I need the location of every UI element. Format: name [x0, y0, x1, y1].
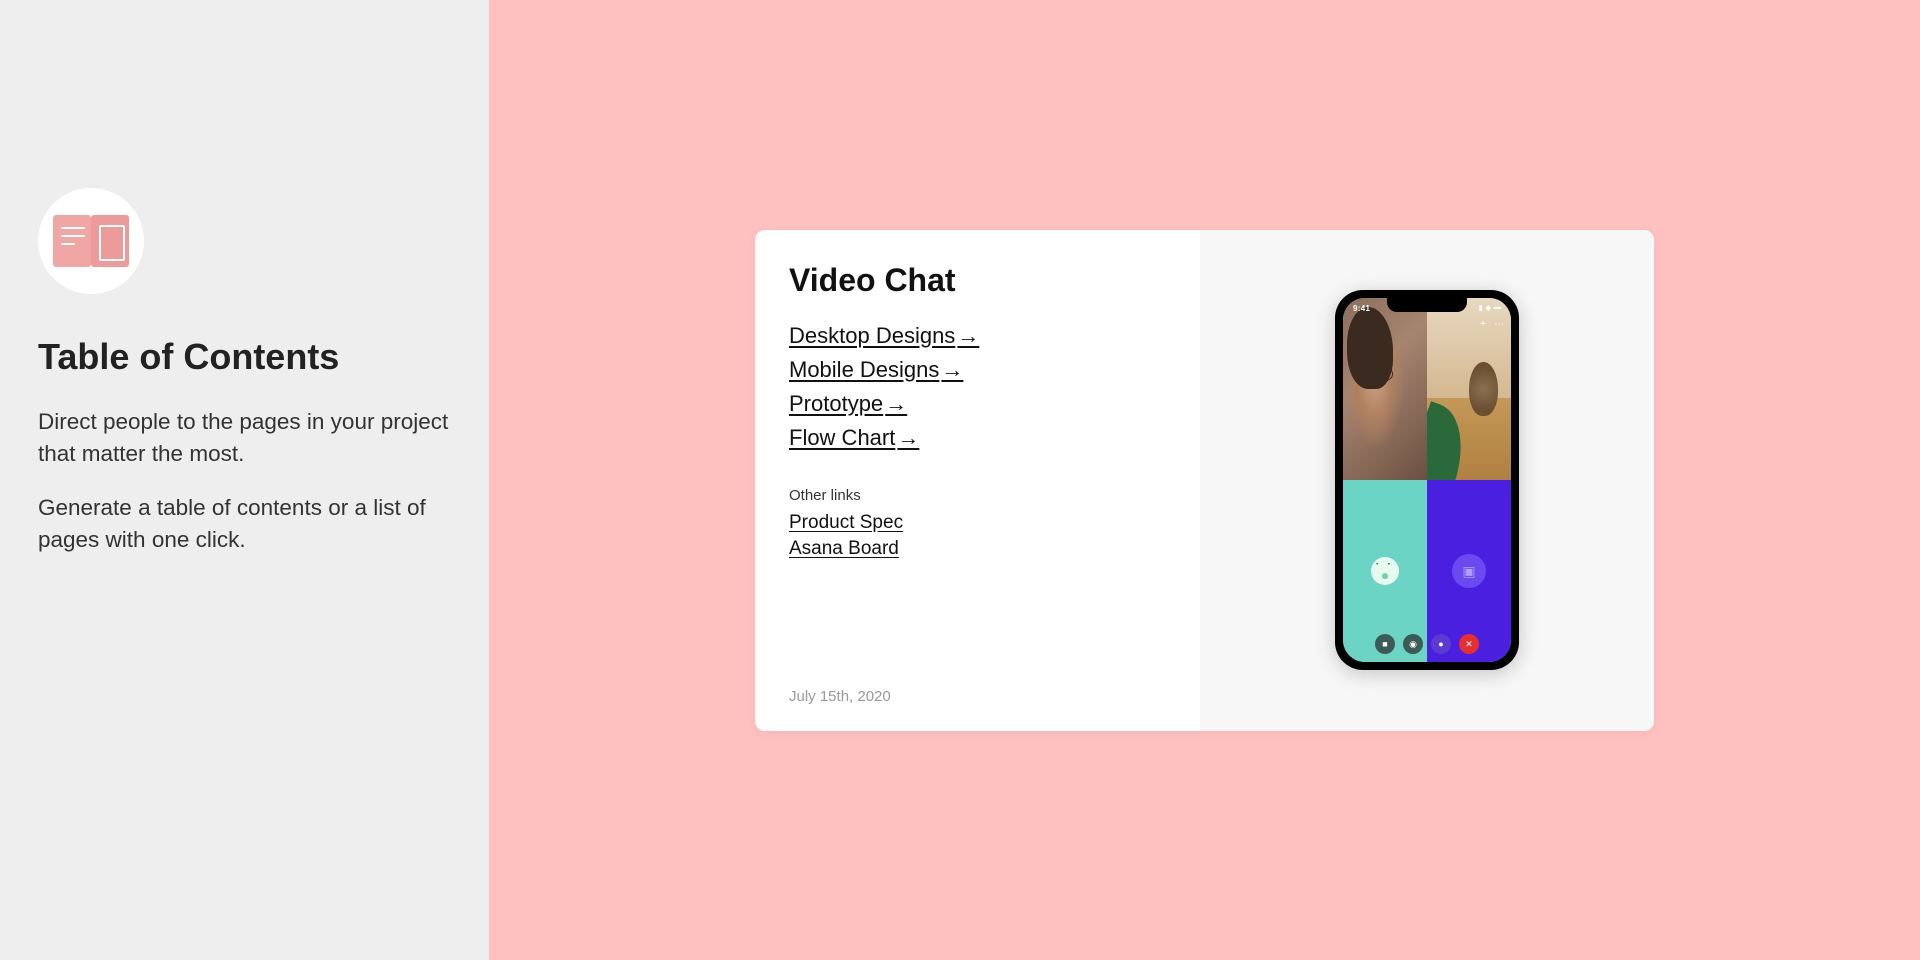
- arrow-icon: →: [885, 391, 907, 416]
- phone-mockup: 9:41 ▮ ◆ ▬ + ⋯: [1335, 290, 1519, 670]
- card-date: July 15th, 2020: [789, 688, 891, 705]
- left-desc-2: Generate a table of contents or a list o…: [38, 492, 451, 556]
- book-right-page: [91, 215, 129, 267]
- card-title: Video Chat: [789, 262, 1166, 299]
- link-label: Prototype: [789, 391, 883, 416]
- link-flow-chart[interactable]: Flow Chart→: [789, 425, 919, 451]
- call-controls: ■ ◉ ● ✕: [1343, 634, 1511, 654]
- book-icon: [53, 215, 129, 267]
- toc-icon-wrap: [38, 188, 144, 294]
- signal-icon: ▮: [1479, 304, 1483, 312]
- video-toggle-button[interactable]: ■: [1375, 634, 1395, 654]
- card-content: Video Chat Desktop Designs→ Mobile Desig…: [755, 230, 1200, 731]
- phone-notch: [1387, 298, 1467, 312]
- right-panel: Video Chat Desktop Designs→ Mobile Desig…: [489, 0, 1920, 960]
- link-product-spec[interactable]: Product Spec: [789, 512, 903, 534]
- preview-card: Video Chat Desktop Designs→ Mobile Desig…: [755, 230, 1654, 731]
- link-label: Mobile Designs: [789, 357, 939, 382]
- end-call-button[interactable]: ✕: [1459, 634, 1479, 654]
- link-prototype[interactable]: Prototype→: [789, 391, 907, 417]
- more-icon[interactable]: ⋯: [1493, 318, 1505, 330]
- arrow-icon: →: [941, 357, 963, 382]
- arrow-icon: →: [897, 425, 919, 450]
- arrow-icon: →: [957, 323, 979, 348]
- link-desktop-designs[interactable]: Desktop Designs→: [789, 323, 979, 349]
- card-preview-area: 9:41 ▮ ◆ ▬ + ⋯: [1200, 230, 1654, 731]
- plant-leaf: [1427, 401, 1479, 480]
- mic-button[interactable]: ●: [1431, 634, 1451, 654]
- left-title: Table of Contents: [38, 336, 451, 378]
- left-desc-1: Direct people to the pages in your proje…: [38, 406, 451, 470]
- video-tile-1: [1343, 298, 1427, 480]
- camera-avatar-icon: ▣: [1452, 554, 1486, 588]
- link-label: Desktop Designs: [789, 323, 955, 348]
- battery-icon: ▬: [1494, 304, 1501, 312]
- book-left-page: [53, 215, 91, 267]
- wifi-icon: ◆: [1486, 304, 1491, 312]
- status-indicators: ▮ ◆ ▬: [1479, 304, 1501, 312]
- add-user-icon[interactable]: +: [1477, 318, 1489, 330]
- video-top-controls: + ⋯: [1477, 318, 1505, 330]
- link-label: Flow Chart: [789, 425, 895, 450]
- left-panel: Table of Contents Direct people to the p…: [0, 0, 489, 960]
- video-grid: ▣: [1343, 298, 1511, 662]
- other-links-heading: Other links: [789, 487, 1166, 504]
- link-mobile-designs[interactable]: Mobile Designs→: [789, 357, 963, 383]
- link-asana-board[interactable]: Asana Board: [789, 538, 899, 560]
- phone-screen: 9:41 ▮ ◆ ▬ + ⋯: [1343, 298, 1511, 662]
- speaker-button[interactable]: ◉: [1403, 634, 1423, 654]
- status-time: 9:41: [1353, 304, 1370, 313]
- person-glasses: [1358, 367, 1393, 381]
- avatar-face-icon: [1371, 557, 1399, 585]
